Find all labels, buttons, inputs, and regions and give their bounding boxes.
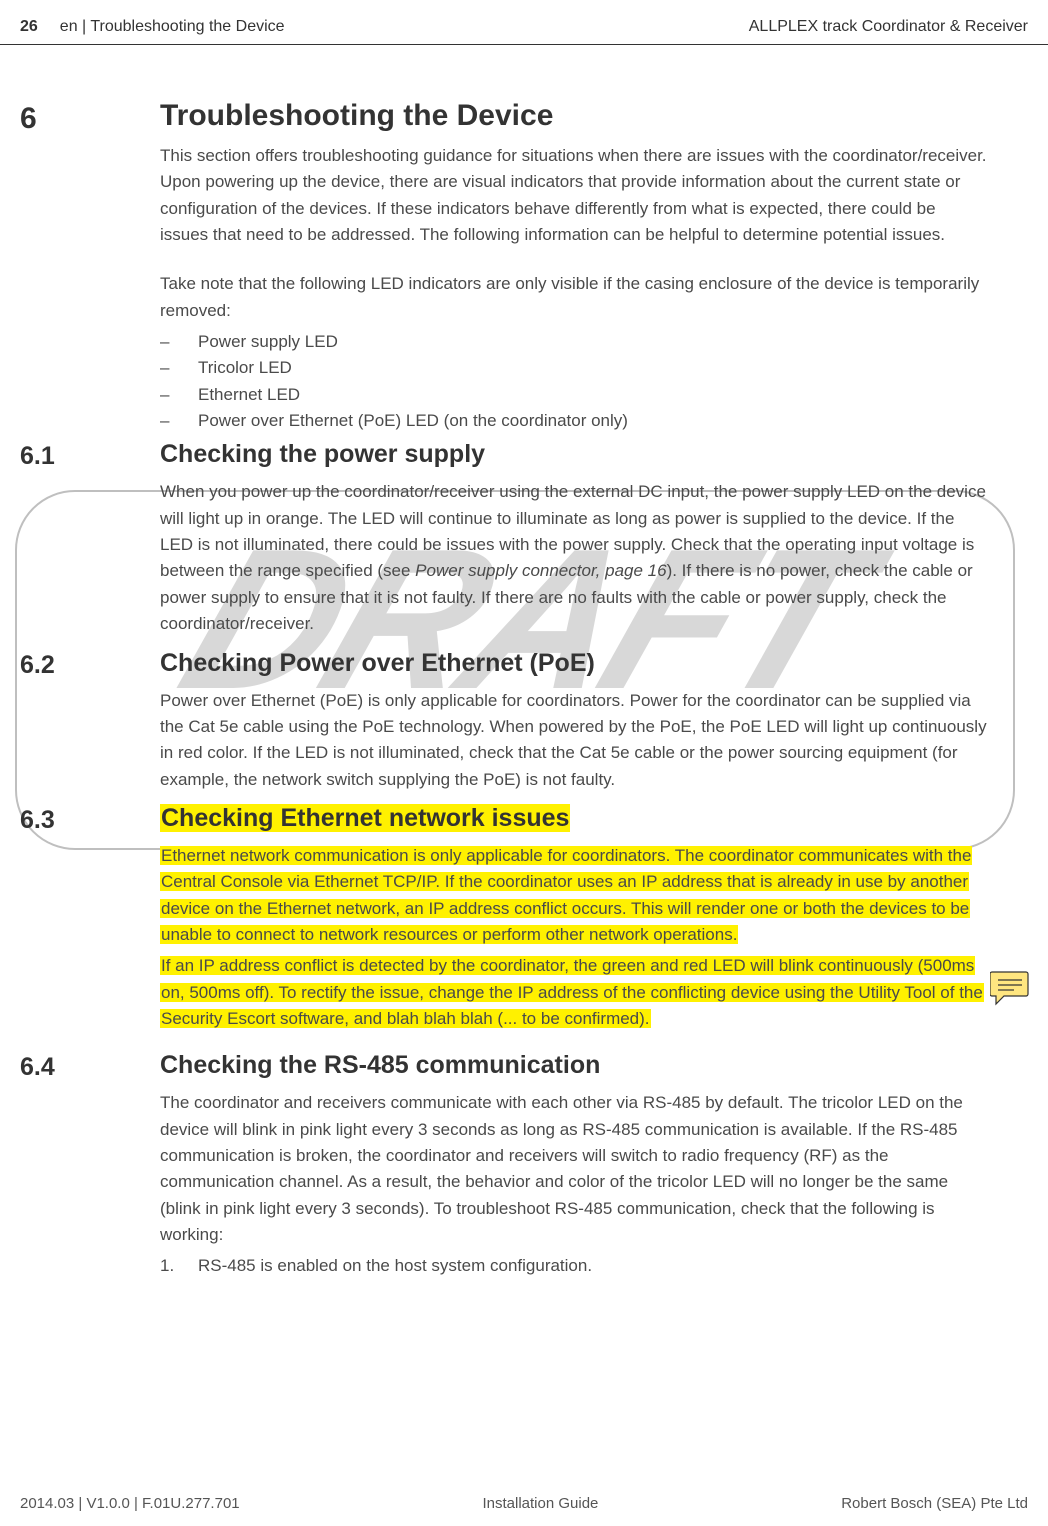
footer-right: Robert Bosch (SEA) Pte Ltd <box>841 1495 1028 1512</box>
section-6-1-para: When you power up the coordinator/receiv… <box>160 479 988 637</box>
section-number-6: 6 <box>20 99 160 138</box>
section-title-6: Troubleshooting the Device <box>160 99 988 133</box>
section-number-6-3: 6.3 <box>20 804 160 837</box>
section-6-3-para1: Ethernet network communication is only a… <box>160 843 988 948</box>
section-6-para2: Take note that the following LED indicat… <box>160 271 988 324</box>
list-item: RS-485 is enabled on the host system con… <box>198 1253 592 1279</box>
footer-center: Installation Guide <box>482 1495 598 1512</box>
list-item: Ethernet LED <box>198 382 300 408</box>
footer-left: 2014.03 | V1.0.0 | F.01U.277.701 <box>20 1495 240 1512</box>
section-number-6-1: 6.1 <box>20 440 160 473</box>
xref-power-supply: Power supply connector, page 16 <box>415 561 666 580</box>
section-title-6-2: Checking Power over Ethernet (PoE) <box>160 649 988 678</box>
header-path: en | Troubleshooting the Device <box>60 18 285 36</box>
section-number-6-4: 6.4 <box>20 1051 160 1084</box>
list-item: Tricolor LED <box>198 355 292 381</box>
list-item: Power over Ethernet (PoE) LED (on the co… <box>198 408 628 434</box>
page-header: 26 en | Troubleshooting the Device ALLPL… <box>0 0 1048 45</box>
section-title-6-1: Checking the power supply <box>160 440 988 469</box>
section-title-6-4: Checking the RS-485 communication <box>160 1051 988 1080</box>
comment-annotation-icon[interactable] <box>990 970 1030 1011</box>
section-number-6-2: 6.2 <box>20 649 160 682</box>
page-footer: 2014.03 | V1.0.0 | F.01U.277.701 Install… <box>0 1495 1048 1512</box>
section-6-para1: This section offers troubleshooting guid… <box>160 143 988 248</box>
page-number: 26 <box>20 18 38 36</box>
section-6-2-para: Power over Ethernet (PoE) is only applic… <box>160 688 988 793</box>
list-item: Power supply LED <box>198 329 338 355</box>
section-6-4-para: The coordinator and receivers communicat… <box>160 1090 988 1248</box>
section-6-3-para2: If an IP address conflict is detected by… <box>160 953 988 1032</box>
section-title-6-3: Checking Ethernet network issues <box>160 804 988 833</box>
rs485-checklist: 1.RS-485 is enabled on the host system c… <box>160 1253 988 1279</box>
led-list: –Power supply LED –Tricolor LED –Etherne… <box>160 329 988 434</box>
header-product: ALLPLEX track Coordinator & Receiver <box>749 18 1028 36</box>
